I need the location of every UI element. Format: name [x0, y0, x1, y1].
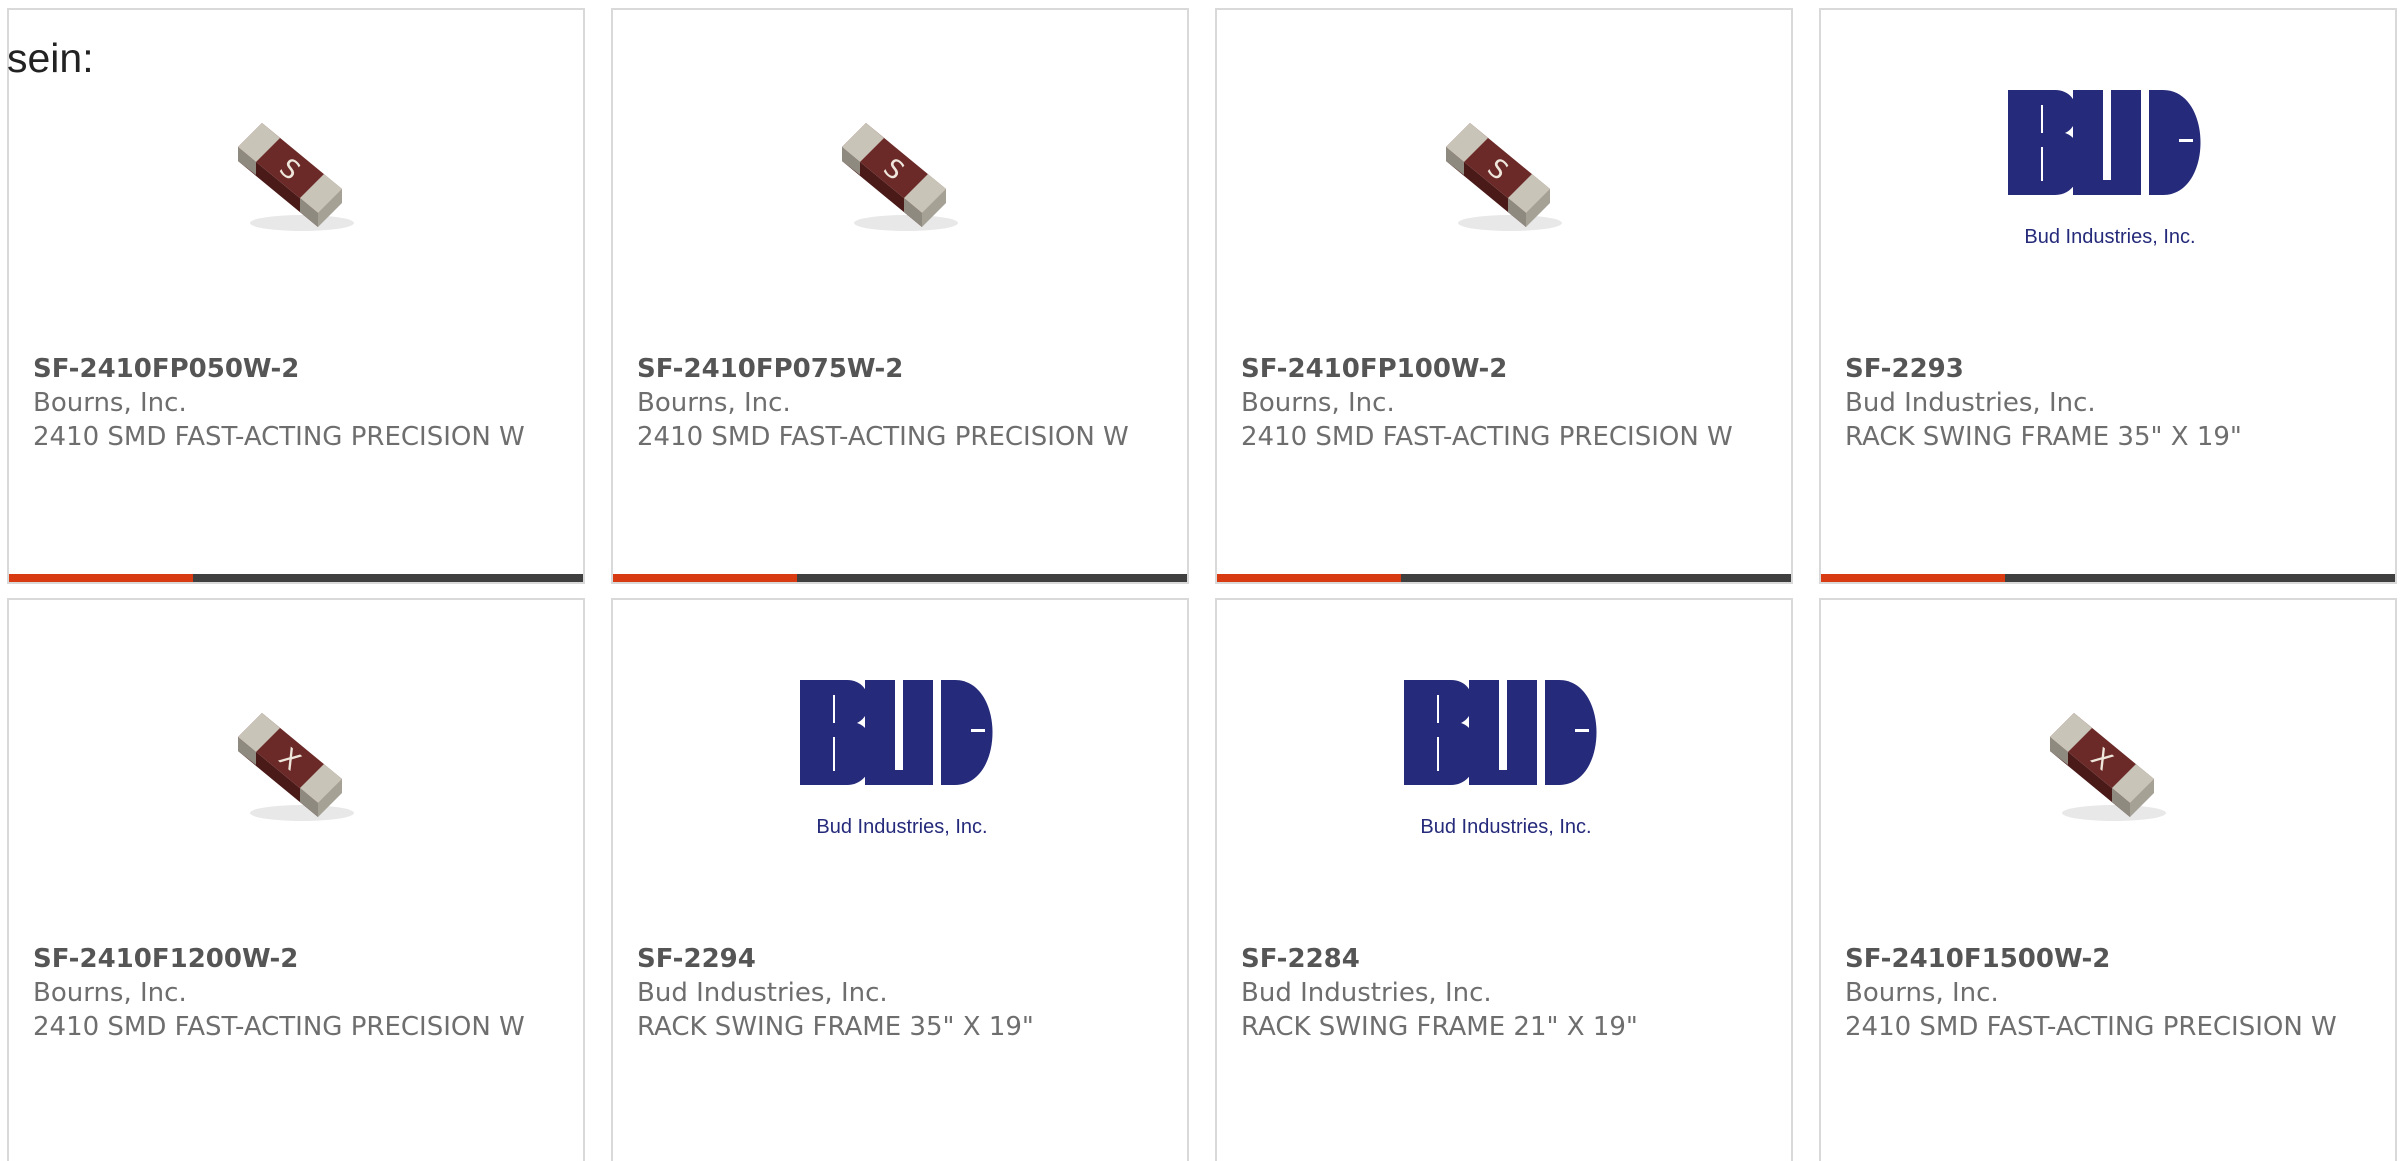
part-number-link[interactable]: SF-2410F1500W-2: [1845, 942, 2365, 976]
product-info: SF-2284 Bud Industries, Inc. RACK SWING FR…: [1241, 942, 1761, 1044]
fuse-chip-icon: S: [238, 123, 354, 231]
product-image[interactable]: Bud Industries, Inc.: [1821, 80, 2395, 260]
product-image[interactable]: X: [9, 670, 583, 850]
product-image[interactable]: Bud Industries, Inc.: [1217, 670, 1791, 850]
manufacturer-name: Bud Industries, Inc.: [637, 978, 888, 1008]
product-info: SF-2410FP100W-2 Bourns, Inc. 2410 SMD FAST…: [1241, 352, 1761, 454]
part-number-link[interactable]: SF-2294: [637, 942, 1157, 976]
manufacturer-name: Bud Industries, Inc.: [1241, 978, 1492, 1008]
product-info: SF-2410FP075W-2 Bourns, Inc. 2410 SMD FAST…: [637, 352, 1157, 454]
product-card[interactable]: S SF-2410FP100W-2 Bourns, Inc. 2410 SMD FA…: [1215, 8, 1793, 584]
product-image[interactable]: S: [1217, 80, 1791, 260]
bud-industries-logo: Bud Industries, Inc.: [2008, 90, 2201, 248]
manufacturer-name: Bourns, Inc.: [637, 388, 791, 418]
logo-text: Bud Industries, Inc.: [1420, 816, 1591, 838]
product-image[interactable]: S: [9, 80, 583, 260]
bud-industries-logo: Bud Industries, Inc.: [800, 680, 993, 838]
card-accent-bar: [1821, 574, 2395, 582]
part-number-link[interactable]: SF-2410F1200W-2: [33, 942, 553, 976]
part-number-link[interactable]: SF-2410FP050W-2: [33, 352, 553, 386]
product-info: SF-2410FP050W-2 Bourns, Inc. 2410 SMD FAST…: [33, 352, 553, 454]
product-card[interactable]: Bud Industries, Inc. SF-2294 Bud Industri…: [611, 598, 1189, 1161]
product-info: SF-2293 Bud Industries, Inc. RACK SWING FR…: [1845, 352, 2365, 454]
manufacturer-name: Bourns, Inc.: [33, 978, 187, 1008]
product-card[interactable]: X SF-2410F1200W-2 Bourns, Inc. 2410 SMD FA…: [7, 598, 585, 1161]
card-accent-fill: [1821, 574, 2005, 582]
part-number-link[interactable]: SF-2293: [1845, 352, 2365, 386]
product-info: SF-2294 Bud Industries, Inc. RACK SWING FR…: [637, 942, 1157, 1044]
card-accent-fill: [9, 574, 193, 582]
part-number-link[interactable]: SF-2284: [1241, 942, 1761, 976]
intro-text: sein:: [7, 35, 94, 81]
product-image[interactable]: Bud Industries, Inc.: [613, 670, 1187, 850]
fuse-chip-icon: S: [1446, 123, 1562, 231]
card-accent-fill: [613, 574, 797, 582]
card-accent-bar: [9, 574, 583, 582]
product-description: 2410 SMD FAST-ACTING PRECISION W: [1845, 1012, 2337, 1042]
product-card[interactable]: Bud Industries, Inc. SF-2284 Bud Industri…: [1215, 598, 1793, 1161]
part-number-link[interactable]: SF-2410FP075W-2: [637, 352, 1157, 386]
product-description: 2410 SMD FAST-ACTING PRECISION W: [33, 422, 525, 452]
product-card[interactable]: Bud Industries, Inc. SF-2293 Bud Industri…: [1819, 8, 2397, 584]
manufacturer-name: Bourns, Inc.: [33, 388, 187, 418]
product-description: RACK SWING FRAME 21" X 19": [1241, 1012, 1638, 1042]
product-info: SF-2410F1200W-2 Bourns, Inc. 2410 SMD FAST…: [33, 942, 553, 1044]
product-card[interactable]: S SF-2410FP075W-2 Bourns, Inc. 2410 SMD FA…: [611, 8, 1189, 584]
fuse-chip-icon: S: [842, 123, 958, 231]
card-accent-bar: [613, 574, 1187, 582]
manufacturer-name: Bourns, Inc.: [1241, 388, 1395, 418]
product-description: RACK SWING FRAME 35" X 19": [637, 1012, 1034, 1042]
product-description: 2410 SMD FAST-ACTING PRECISION W: [637, 422, 1129, 452]
product-grid-page: sein: S SF-2410FP050W-2 Bourns, Inc. 2410 …: [0, 0, 2400, 1161]
product-image[interactable]: S: [613, 80, 1187, 260]
product-description: 2410 SMD FAST-ACTING PRECISION W: [1241, 422, 1733, 452]
manufacturer-name: Bud Industries, Inc.: [1845, 388, 2096, 418]
product-description: RACK SWING FRAME 35" X 19": [1845, 422, 2242, 452]
bud-industries-logo: Bud Industries, Inc.: [1404, 680, 1597, 838]
fuse-chip-icon: X: [2050, 713, 2166, 821]
part-number-link[interactable]: SF-2410FP100W-2: [1241, 352, 1761, 386]
fuse-chip-icon: X: [238, 713, 354, 821]
product-card[interactable]: S SF-2410FP050W-2 Bourns, Inc. 2410 SMD FA…: [7, 8, 585, 584]
logo-text: Bud Industries, Inc.: [816, 816, 987, 838]
product-image[interactable]: X: [1821, 670, 2395, 850]
product-card[interactable]: X SF-2410F1500W-2 Bourns, Inc. 2410 SMD FA…: [1819, 598, 2397, 1161]
logo-text: Bud Industries, Inc.: [2024, 226, 2195, 248]
card-accent-bar: [1217, 574, 1791, 582]
product-info: SF-2410F1500W-2 Bourns, Inc. 2410 SMD FAST…: [1845, 942, 2365, 1044]
card-accent-fill: [1217, 574, 1401, 582]
product-description: 2410 SMD FAST-ACTING PRECISION W: [33, 1012, 525, 1042]
manufacturer-name: Bourns, Inc.: [1845, 978, 1999, 1008]
